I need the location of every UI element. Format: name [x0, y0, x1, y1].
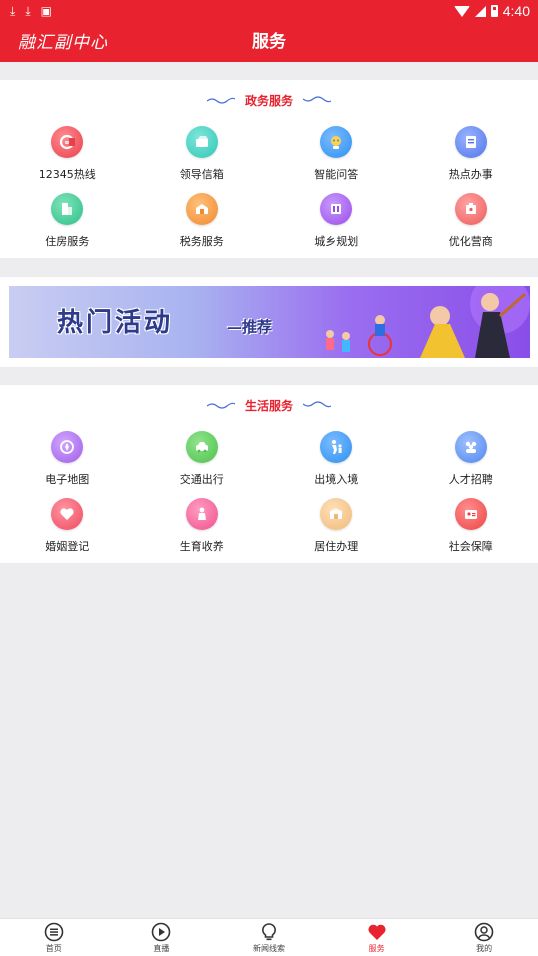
tab-live[interactable]: 直播 — [108, 919, 216, 956]
download-icon: ⤓ — [10, 4, 16, 18]
service-label: 社会保障 — [448, 540, 493, 553]
tab-label: 首页 — [45, 944, 62, 953]
bottom-tab-bar: 首页 直播 新闻线索 服务 我的 — [0, 918, 538, 956]
service-label: 婚姻登记 — [45, 540, 90, 553]
service-leader-mailbox[interactable]: 领导信箱 — [135, 126, 270, 183]
banner-sub-text: —推荐 — [227, 318, 273, 336]
service-label: 住房服务 — [45, 235, 90, 248]
life-section-title: 生活服务 — [244, 398, 293, 413]
tax-icon — [185, 193, 218, 225]
page-title: 服务 — [252, 32, 286, 52]
service-label: 税务服务 — [179, 235, 224, 248]
gov-section-header: 政务服务 — [0, 90, 538, 110]
service-label: 领导信箱 — [179, 168, 224, 181]
gov-services-grid: ☎ 12345热线 领导信箱 智能问答 热点办事 住房服务 税务服务 城乡规划 … — [0, 126, 538, 250]
notification-icon: ▣ — [40, 4, 52, 18]
baby-icon — [185, 498, 218, 530]
service-tax[interactable]: 税务服务 — [135, 193, 270, 250]
house-icon — [320, 498, 353, 530]
heart-icon — [51, 498, 84, 530]
service-hot-affairs[interactable]: 热点办事 — [404, 126, 538, 183]
city-plan-icon — [320, 193, 353, 225]
heart-icon — [368, 924, 386, 940]
service-urban-planning[interactable]: 城乡规划 — [269, 193, 404, 250]
app-header: 融汇副中心 服务 — [0, 22, 538, 62]
banner-illustration-icon — [326, 286, 530, 358]
tab-home[interactable]: 首页 — [0, 919, 108, 956]
business-icon — [454, 193, 487, 225]
play-icon — [152, 922, 171, 942]
life-services-grid: 电子地图 交通出行 出境入境 人才招聘 婚姻登记 生育收养 居住办理 社会保障 — [0, 431, 538, 555]
people-icon — [454, 431, 487, 463]
service-smart-qa[interactable]: 智能问答 — [269, 126, 404, 183]
service-label: 12345热线 — [38, 168, 96, 181]
wifi-icon — [453, 5, 470, 17]
service-recruitment[interactable]: 人才招聘 — [404, 431, 538, 488]
signal-icon — [474, 5, 486, 17]
service-birth-adoption[interactable]: 生育收养 — [135, 498, 270, 555]
service-e-map[interactable]: 电子地图 — [0, 431, 135, 488]
wave-ornament-icon — [303, 401, 331, 408]
service-business[interactable]: 优化营商 — [404, 193, 538, 250]
home-list-icon — [44, 922, 64, 942]
id-card-icon — [454, 498, 487, 530]
tab-label: 我的 — [476, 944, 493, 953]
tab-mine[interactable]: 我的 — [430, 919, 538, 956]
status-bar: ⤓ ⤓ ▣ 4:40 — [0, 0, 538, 22]
tab-services[interactable]: 服务 — [323, 919, 431, 956]
mailbox-icon — [185, 126, 218, 158]
lightbulb-icon — [262, 923, 276, 941]
service-label: 生育收养 — [179, 540, 224, 553]
map-icon — [51, 431, 84, 463]
tab-news-tips[interactable]: 新闻线索 — [215, 919, 323, 956]
status-bar-notifications: ⤓ ⤓ ▣ — [10, 5, 52, 17]
service-immigration[interactable]: 出境入境 — [269, 431, 404, 488]
life-section-header: 生活服务 — [0, 395, 538, 415]
service-hotline[interactable]: ☎ 12345热线 — [0, 126, 135, 183]
tab-label: 服务 — [368, 944, 385, 953]
tab-label: 新闻线索 — [252, 944, 285, 953]
download-icon: ⤓ — [25, 4, 31, 18]
status-bar-system: 4:40 — [453, 3, 530, 19]
user-icon — [474, 922, 494, 942]
wave-ornament-icon — [303, 96, 331, 103]
wave-ornament-icon — [206, 97, 235, 104]
service-label: 出境入境 — [314, 473, 359, 486]
service-label: 交通出行 — [179, 473, 224, 486]
wave-ornament-icon — [206, 402, 235, 409]
service-label: 人才招聘 — [448, 473, 493, 486]
battery-icon — [490, 5, 498, 17]
life-services-card: 生活服务 电子地图 交通出行 出境入境 人才招聘 婚姻登记 生育收养 居住办理 … — [0, 385, 538, 563]
car-icon — [185, 431, 218, 463]
svg-text:☎: ☎ — [65, 140, 70, 145]
service-residence[interactable]: 居住办理 — [269, 498, 404, 555]
building-icon — [51, 193, 84, 225]
service-housing[interactable]: 住房服务 — [0, 193, 135, 250]
tab-label: 直播 — [153, 944, 170, 953]
service-marriage[interactable]: 婚姻登记 — [0, 498, 135, 555]
service-social-security[interactable]: 社会保障 — [404, 498, 538, 555]
service-label: 优化营商 — [448, 235, 493, 248]
hotline-icon: ☎ — [51, 126, 84, 158]
status-time: 4:40 — [502, 3, 530, 19]
document-icon — [454, 126, 487, 158]
gov-services-card: 政务服务 ☎ 12345热线 领导信箱 智能问答 热点办事 住房服务 税务服务 … — [0, 80, 538, 258]
service-label: 热点办事 — [448, 168, 493, 181]
travel-icon — [320, 431, 353, 463]
banner-card: 热门活动 —推荐 — [0, 277, 538, 367]
service-label: 电子地图 — [45, 473, 90, 486]
service-label: 智能问答 — [314, 168, 359, 181]
service-label: 城乡规划 — [314, 235, 359, 248]
hot-events-banner[interactable]: 热门活动 —推荐 — [9, 286, 530, 358]
robot-icon — [320, 126, 353, 158]
service-label: 居住办理 — [314, 540, 359, 553]
service-transport[interactable]: 交通出行 — [135, 431, 270, 488]
banner-main-text: 热门活动 — [57, 308, 174, 338]
gov-section-title: 政务服务 — [244, 93, 293, 108]
